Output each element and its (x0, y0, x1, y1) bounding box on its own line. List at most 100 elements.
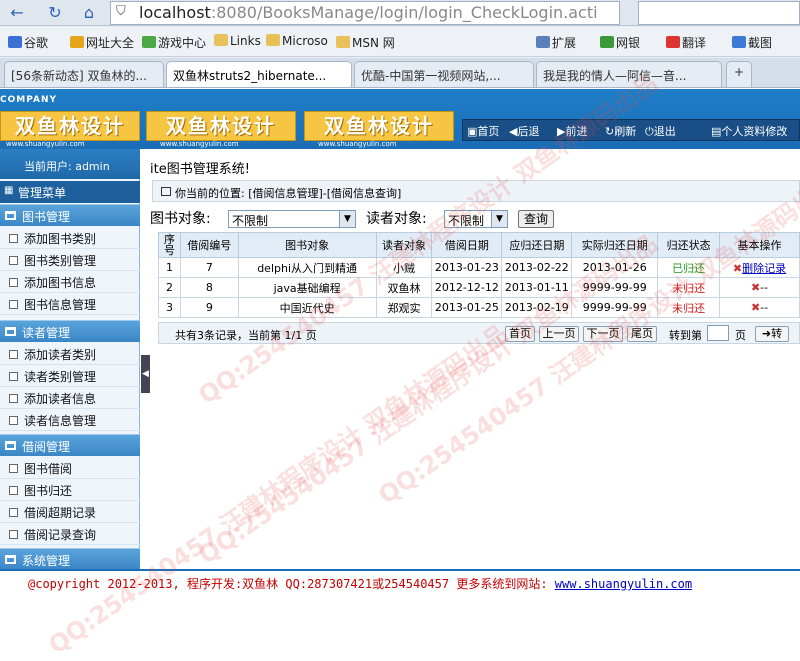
menu-add-book-type[interactable]: 添加图书类别 (0, 227, 140, 249)
table-row: 3 9 中国近代史 郑观实 2013-01-25 2013-02-19 9999… (158, 297, 800, 318)
bookmark-links[interactable]: Links (214, 34, 261, 48)
cell-borrow-date: 2013-01-25 (431, 297, 503, 318)
book-select[interactable]: 不限制 ▼ (228, 210, 356, 228)
menu-borrow-book[interactable]: 图书借阅 (0, 457, 140, 479)
group-borrow[interactable]: 借阅管理 (0, 434, 140, 456)
tab-music[interactable]: 我是我的情人—阿信—音... (536, 61, 722, 87)
current-user: 当前用户: admin (0, 149, 140, 179)
goto-label: 转到第 (669, 329, 702, 342)
cell-reader: 双鱼林 (375, 277, 433, 298)
chevron-down-icon: ▼ (491, 211, 507, 227)
back-arrow-icon[interactable]: ← (6, 2, 28, 24)
cell-reader: 郑观实 (375, 297, 433, 318)
menu-book-type-manage[interactable]: 图书类别管理 (0, 249, 140, 271)
company-label: COMPANY (0, 95, 57, 105)
prev-page-button[interactable]: 上一页 (539, 326, 579, 342)
page-icon (9, 300, 18, 309)
nav-logout[interactable]: ⏻退出 (645, 123, 676, 139)
page-icon (9, 350, 18, 359)
next-page-button[interactable]: 下一页 (583, 326, 623, 342)
new-tab-button[interactable]: + (726, 61, 752, 87)
tab-youku[interactable]: 优酷-中国第一视频网站,... (354, 61, 534, 87)
shield-icon: ⛉ (116, 4, 126, 19)
extensions-button[interactable]: 扩展 (536, 34, 576, 51)
grid-icon: ▦ (4, 185, 14, 196)
logo-url-3: www.shuangyulin.com (318, 140, 397, 148)
action-none: -- (760, 281, 769, 294)
tab-news[interactable]: [56条新动态] 双鱼林的... (4, 61, 164, 87)
nav-home[interactable]: ▣首页 (467, 123, 499, 139)
logo-url-1: www.shuangyulin.com (6, 140, 85, 148)
nav-back[interactable]: ◀后退 (509, 123, 539, 139)
url-field[interactable]: localhost:8080/BooksManage/login/login_C… (110, 1, 620, 25)
home-icon[interactable]: ⌂ (78, 2, 100, 24)
bookmark-google[interactable]: 谷歌 (8, 34, 48, 51)
top-nav: ▣首页 ◀后退 ▶前进 ↻刷新 ⏻退出 ▤个人资料修改 (462, 119, 800, 141)
cell-actions: ✖-- (719, 297, 800, 318)
group-system[interactable]: 系统管理 (0, 548, 140, 570)
reload-icon[interactable]: ↻ (44, 2, 66, 24)
cell-borrow-id: 7 (179, 257, 239, 278)
cell-borrow-date: 2012-12-12 (431, 277, 503, 298)
bookmark-games[interactable]: 游戏中心 (142, 34, 206, 51)
col-status: 归还状态 (657, 232, 721, 258)
cell-book: delphi从入门到精通 (237, 257, 377, 278)
folder-icon (5, 327, 16, 336)
menu-borrow-query[interactable]: 借阅记录查询 (0, 523, 140, 545)
menu-title: ▦ 管理菜单 (0, 181, 140, 203)
menu-add-reader[interactable]: 添加读者信息 (0, 387, 140, 409)
cell-borrow-date: 2013-01-23 (431, 257, 503, 278)
menu-book-manage[interactable]: 图书信息管理 (0, 293, 140, 315)
table-row: 1 7 delphi从入门到精通 小贼 2013-01-23 2013-02-2… (158, 257, 800, 278)
menu-overdue[interactable]: 借阅超期记录 (0, 501, 140, 523)
action-none: -- (760, 301, 769, 314)
address-toolbar: ← ↻ ⌂ localhost:8080/BooksManage/login/l… (0, 0, 800, 26)
cell-book: java基础编程 (237, 277, 377, 298)
page-icon (9, 486, 18, 495)
page-icon (9, 372, 18, 381)
delete-icon[interactable]: ✖ (751, 301, 760, 314)
group-book[interactable]: 图书管理 (0, 204, 140, 226)
group-reader[interactable]: 读者管理 (0, 320, 140, 342)
bookmark-sites[interactable]: 网址大全 (70, 34, 134, 51)
menu-add-reader-type[interactable]: 添加读者类别 (0, 343, 140, 365)
cell-due-date: 2013-01-11 (501, 277, 573, 298)
collapse-sidebar-handle[interactable]: ◀ (141, 355, 150, 393)
tab-strip: [56条新动态] 双鱼林的... 双鱼林struts2_hibernate...… (0, 58, 800, 88)
menu-reader-type-manage[interactable]: 读者类别管理 (0, 365, 140, 387)
menu-return-book[interactable]: 图书归还 (0, 479, 140, 501)
cell-actions: ✖-- (719, 277, 800, 298)
logo-2: 双鱼林设计 (146, 111, 296, 141)
first-page-button[interactable]: 首页 (505, 326, 535, 342)
delete-icon[interactable]: ✖ (751, 281, 760, 294)
page-unit-label: 页 (735, 329, 746, 342)
delete-record-link[interactable]: 删除记录 (742, 262, 786, 275)
go-button[interactable]: ➜转 (755, 326, 789, 342)
nav-profile[interactable]: ▤个人资料修改 (711, 123, 787, 139)
bookmark-microsoft[interactable]: Microso (266, 34, 328, 48)
menu-reader-manage[interactable]: 读者信息管理 (0, 409, 140, 431)
tab-current[interactable]: 双鱼林struts2_hibernate... (166, 61, 352, 87)
page-number-input[interactable] (707, 325, 729, 341)
footer-site-link[interactable]: www.shuangyulin.com (555, 577, 692, 591)
cell-due-date: 2013-02-22 (501, 257, 573, 278)
screenshot-button[interactable]: 截图 (732, 34, 772, 51)
bank-button[interactable]: 网银 (600, 34, 640, 51)
query-button[interactable]: 查询 (518, 210, 554, 228)
col-actions: 基本操作 (719, 232, 800, 258)
logo-1: 双鱼林设计 (0, 111, 140, 141)
cell-status: 未归还 (657, 277, 721, 298)
last-page-button[interactable]: 尾页 (627, 326, 657, 342)
nav-refresh[interactable]: ↻刷新 (605, 123, 636, 139)
nav-forward[interactable]: ▶前进 (557, 123, 587, 139)
reader-select[interactable]: 不限制 ▼ (444, 210, 508, 228)
footer: @copyright 2012-2013, 程序开发:双鱼林 QQ:287307… (0, 569, 800, 593)
bookmark-msn[interactable]: MSN 网 (336, 34, 395, 51)
search-field[interactable] (638, 1, 800, 25)
delete-icon[interactable]: ✖ (733, 262, 742, 275)
translate-button[interactable]: 翻译 (666, 34, 706, 51)
menu-add-book[interactable]: 添加图书信息 (0, 271, 140, 293)
col-seq: 序号 (158, 232, 181, 258)
table-row: 2 8 java基础编程 双鱼林 2012-12-12 2013-01-11 9… (158, 277, 800, 298)
col-return-date: 实际归还日期 (571, 232, 659, 258)
